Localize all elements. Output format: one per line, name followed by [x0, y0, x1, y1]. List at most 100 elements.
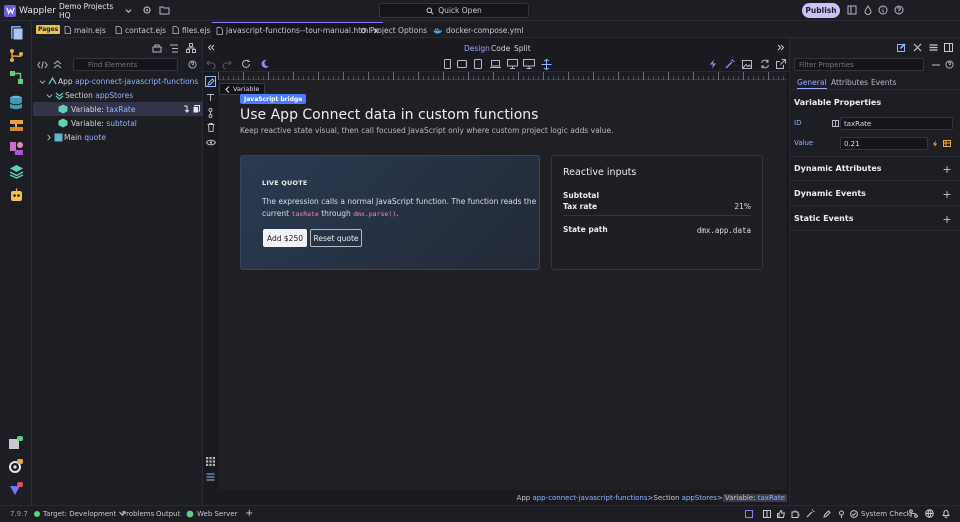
- tree-item-variable-taxrate[interactable]: Variable: taxRate: [33, 102, 203, 116]
- design-canvas[interactable]: [218, 80, 787, 490]
- routing-icon[interactable]: [7, 116, 25, 134]
- thumbs-up-icon[interactable]: [776, 508, 785, 519]
- magic-icon[interactable]: [806, 508, 815, 519]
- folder-icon[interactable]: [157, 3, 171, 17]
- tree-item-main[interactable]: Main quote: [33, 130, 203, 144]
- workflows-icon[interactable]: [7, 68, 25, 86]
- resources-icon[interactable]: [7, 139, 25, 157]
- code-icon[interactable]: [36, 59, 48, 70]
- wide-screen-icon[interactable]: [523, 58, 535, 70]
- tree-item-section[interactable]: Section appStores: [33, 88, 203, 102]
- help-icon[interactable]: [892, 3, 906, 17]
- git-icon[interactable]: [7, 46, 25, 64]
- tree-item-variable-subtotal[interactable]: Variable: subtotal: [33, 116, 203, 130]
- value-field[interactable]: 0.21: [840, 137, 928, 150]
- laptop-icon[interactable]: [489, 58, 501, 70]
- dynamic-attributes-section[interactable]: Dynamic Attributes: [794, 164, 882, 173]
- refresh-icon[interactable]: [240, 58, 252, 70]
- ai-assistant-icon[interactable]: [7, 186, 25, 204]
- layers-icon[interactable]: [7, 162, 25, 180]
- mobile-icon[interactable]: [441, 58, 453, 70]
- add-250-button[interactable]: Add $250: [263, 229, 307, 247]
- hierarchy-icon[interactable]: [185, 42, 197, 54]
- problems-button[interactable]: Problems: [122, 508, 154, 519]
- help-icon[interactable]: [944, 59, 955, 70]
- tools-icon[interactable]: [912, 42, 923, 53]
- component-icon[interactable]: [151, 42, 163, 54]
- find-elements-input[interactable]: [73, 58, 178, 71]
- reset-quote-button[interactable]: Reset quote: [310, 229, 362, 247]
- publish-button[interactable]: Publish: [802, 3, 840, 18]
- external-preview-icon[interactable]: [775, 58, 787, 70]
- static-events-section[interactable]: Static Events: [794, 214, 853, 223]
- globe-status-icon[interactable]: [925, 508, 934, 519]
- quick-open-button[interactable]: Quick Open: [379, 3, 529, 18]
- breadcrumb-current[interactable]: Variable: taxRate: [722, 493, 787, 502]
- sync-icon[interactable]: [759, 58, 771, 70]
- text-tool-icon[interactable]: [205, 92, 216, 103]
- settings-icon[interactable]: [7, 457, 25, 475]
- dynamic-flash-icon[interactable]: [931, 139, 939, 148]
- id-field[interactable]: taxRate: [840, 117, 953, 130]
- square-select-icon[interactable]: [744, 508, 753, 519]
- panel-toggle-icon[interactable]: [943, 42, 954, 53]
- flash-icon[interactable]: [707, 58, 719, 70]
- add-dynamic-event-button[interactable]: +: [942, 188, 952, 201]
- trash-icon[interactable]: [205, 122, 216, 133]
- expand-icon[interactable]: [51, 59, 63, 70]
- mode-tab-split[interactable]: Split: [514, 42, 531, 54]
- output-button[interactable]: Output: [156, 508, 180, 519]
- gear-icon[interactable]: [140, 3, 154, 17]
- dark-mode-icon[interactable]: [259, 58, 271, 70]
- move-icon[interactable]: [183, 105, 189, 113]
- add-panel-button[interactable]: +: [245, 508, 253, 519]
- full-width-icon[interactable]: [540, 58, 552, 70]
- collapse-icon[interactable]: [930, 59, 941, 70]
- web-server-button[interactable]: Web Server: [186, 508, 237, 519]
- chevron-double-right-icon[interactable]: [776, 42, 786, 52]
- mode-tab-design[interactable]: Design: [464, 42, 490, 54]
- stack-icon[interactable]: [205, 471, 216, 482]
- mode-tab-code[interactable]: Code: [491, 42, 510, 54]
- add-dynamic-attribute-button[interactable]: +: [942, 163, 952, 176]
- filter-properties-input[interactable]: [794, 58, 924, 71]
- magic-wand-icon[interactable]: [724, 58, 736, 70]
- drop-icon[interactable]: [861, 3, 875, 17]
- pages-icon[interactable]: [7, 24, 25, 42]
- help-icon[interactable]: [187, 59, 198, 70]
- tab-docker-compose[interactable]: docker-compose.yml: [429, 22, 528, 38]
- tree-item-app[interactable]: App app-connect-javascript-functions: [33, 74, 203, 88]
- desktop-icon[interactable]: [506, 58, 518, 70]
- dynamic-events-section[interactable]: Dynamic Events: [794, 189, 866, 198]
- list-tree-icon[interactable]: [168, 42, 180, 54]
- tab-project-options[interactable]: Project Options: [356, 22, 431, 38]
- info-icon[interactable]: [876, 3, 890, 17]
- undo-icon[interactable]: [205, 58, 217, 70]
- tab-attributes[interactable]: Attributes: [831, 78, 868, 87]
- tab-events[interactable]: Events: [871, 78, 896, 87]
- stack-layers-icon[interactable]: [928, 42, 939, 53]
- git-branch-icon[interactable]: [909, 508, 918, 519]
- breadcrumb-section[interactable]: Section appStores: [653, 494, 717, 502]
- breadcrumb-app[interactable]: App app-connect-javascript-functions: [517, 494, 648, 502]
- grid-icon[interactable]: [205, 456, 216, 467]
- puzzle-icon[interactable]: [791, 508, 800, 519]
- system-check-button[interactable]: System Check: [850, 508, 911, 519]
- pro-features-icon[interactable]: [7, 480, 25, 498]
- project-select[interactable]: Demo Projects HQ: [55, 2, 136, 20]
- tablet-icon[interactable]: [472, 58, 484, 70]
- notifications-bell-icon[interactable]: [941, 508, 950, 519]
- add-static-event-button[interactable]: +: [942, 213, 952, 226]
- pin-icon[interactable]: [837, 508, 846, 519]
- image-icon[interactable]: [741, 58, 753, 70]
- layout-icon[interactable]: [845, 3, 859, 17]
- tab-general[interactable]: General: [797, 78, 827, 89]
- app-logo[interactable]: Wappler: [4, 3, 56, 18]
- tab-contact-ejs[interactable]: contact.ejs: [111, 22, 170, 38]
- component-tool-icon[interactable]: [205, 107, 216, 118]
- edit-mode-icon[interactable]: [205, 76, 216, 87]
- target-selector[interactable]: Target: Development: [34, 508, 126, 519]
- database-icon[interactable]: [7, 93, 25, 111]
- redo-icon[interactable]: [221, 58, 233, 70]
- data-picker-icon[interactable]: [942, 139, 951, 148]
